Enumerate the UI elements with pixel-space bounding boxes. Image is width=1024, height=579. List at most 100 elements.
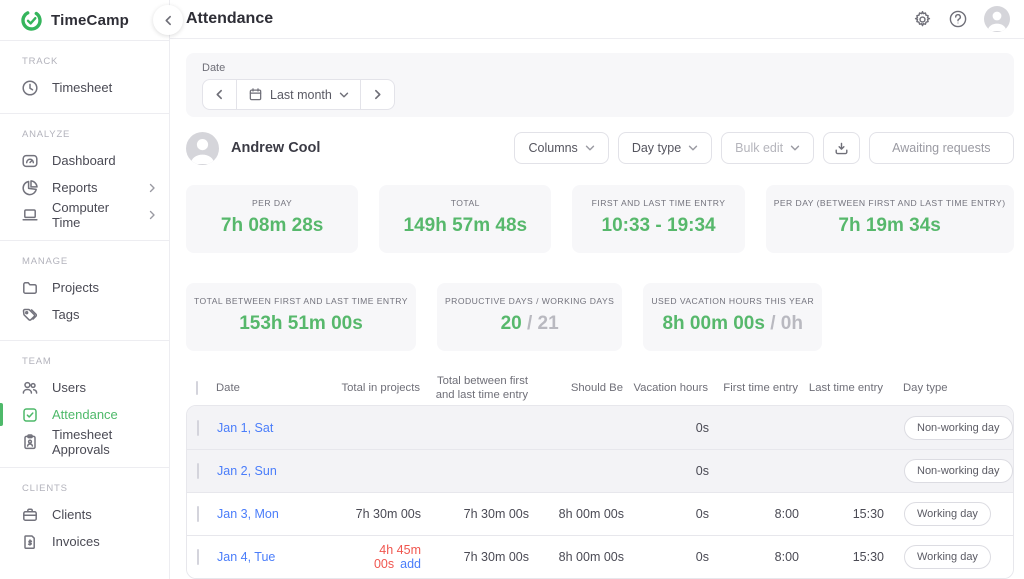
day-type-button[interactable]: Day type — [618, 132, 712, 164]
bulk-edit-button-label: Bulk edit — [735, 141, 783, 155]
day-type-badge[interactable]: Non-working day — [904, 416, 1013, 440]
tags-icon — [21, 306, 39, 324]
table-row: Jan 1, Sat 0s Non-working day — [187, 406, 1013, 449]
day-type-badge[interactable]: Working day — [904, 545, 991, 569]
col-header-should-be: Should Be — [534, 381, 629, 395]
app-window: TimeCamp TRACK Timesheet ANALYZE Dashboa… — [0, 0, 1024, 579]
date-link[interactable]: Jan 1, Sat — [217, 421, 273, 435]
columns-button[interactable]: Columns — [514, 132, 608, 164]
awaiting-requests-label: Awaiting requests — [892, 141, 990, 155]
awaiting-requests-button[interactable]: Awaiting requests — [869, 132, 1013, 164]
divider — [0, 113, 169, 114]
row-checkbox[interactable] — [197, 506, 199, 522]
total-in-projects-cell: 4h 45m 00sadd — [329, 543, 427, 571]
main-area: Attendance — [170, 0, 1024, 579]
row-checkbox[interactable] — [197, 420, 199, 436]
sidebar-item-clients[interactable]: Clients — [0, 501, 169, 528]
users-icon — [21, 379, 39, 397]
date-filter-bar: Date Last month — [186, 53, 1014, 117]
date-link[interactable]: Jan 3, Mon — [217, 507, 279, 521]
col-header-total-in-projects: Total in projects — [328, 381, 426, 395]
select-all-checkbox[interactable] — [196, 381, 198, 395]
sidebar-item-computer-time[interactable]: Computer Time — [0, 201, 169, 228]
table-header: Date Total in projects Total between fir… — [186, 371, 1014, 405]
stat-card-first-last-entry: FIRST AND LAST TIME ENTRY 10:33 - 19:34 — [572, 185, 744, 253]
last-entry-cell: 15:30 — [805, 507, 890, 521]
day-type-badge[interactable]: Working day — [904, 502, 991, 526]
stat-label: TOTAL BETWEEN FIRST AND LAST TIME ENTRY — [194, 296, 408, 306]
date-link[interactable]: Jan 2, Sun — [217, 464, 277, 478]
sidebar-item-label: Projects — [52, 280, 99, 295]
sidebar-item-tags[interactable]: Tags — [0, 301, 169, 328]
sidebar-item-label: Clients — [52, 507, 92, 522]
sidebar-item-label: Reports — [52, 180, 98, 195]
sidebar-item-invoices[interactable]: Invoices — [0, 528, 169, 555]
timecamp-logo-icon — [20, 9, 43, 32]
col-header-last-time-entry: Last time entry — [804, 381, 889, 395]
toolbar: Columns Day type Bulk edit — [514, 132, 1013, 164]
content: Date Last month — [170, 39, 1024, 579]
date-prev-button[interactable] — [203, 80, 236, 109]
stats-row-2: TOTAL BETWEEN FIRST AND LAST TIME ENTRY … — [186, 283, 1014, 351]
clock-icon — [21, 79, 39, 97]
sidebar-item-label: Users — [52, 380, 86, 395]
date-range-control: Last month — [202, 79, 395, 110]
date-range-dropdown[interactable]: Last month — [236, 80, 360, 109]
user-avatar[interactable] — [984, 6, 1010, 32]
first-entry-cell: 8:00 — [715, 550, 805, 564]
stat-card-total-between: TOTAL BETWEEN FIRST AND LAST TIME ENTRY … — [186, 283, 416, 351]
divider — [0, 340, 169, 341]
sidebar-item-timesheet-approvals[interactable]: Timesheet Approvals — [0, 428, 169, 455]
stat-value: 8h 00m 00s / 0h — [651, 313, 814, 335]
sidebar-item-attendance[interactable]: Attendance — [0, 401, 169, 428]
divider — [0, 240, 169, 241]
should-be-cell: 8h 00m 00s — [535, 550, 630, 564]
employee-avatar — [186, 132, 219, 165]
stat-value: 153h 51m 00s — [194, 313, 408, 335]
should-be-cell: 8h 00m 00s — [535, 507, 630, 521]
first-entry-cell: 8:00 — [715, 507, 805, 521]
col-header-date: Date — [216, 381, 328, 395]
settings-gear-icon[interactable] — [913, 10, 932, 29]
row-checkbox[interactable] — [197, 463, 199, 479]
total-between-cell: 7h 30m 00s — [427, 550, 535, 564]
row-checkbox[interactable] — [197, 549, 199, 565]
sidebar-item-users[interactable]: Users — [0, 374, 169, 401]
folder-icon — [21, 279, 39, 297]
calendar-icon — [248, 87, 263, 102]
bulk-edit-button[interactable]: Bulk edit — [721, 132, 814, 164]
section-label-manage: MANAGE — [0, 256, 169, 267]
sidebar-item-label: Tags — [52, 307, 79, 322]
chevron-down-icon — [339, 90, 349, 100]
sidebar-item-reports[interactable]: Reports — [0, 174, 169, 201]
stat-value: 20 / 21 — [445, 313, 614, 335]
invoice-icon — [21, 533, 39, 551]
vacation-hours-cell: 0s — [630, 507, 715, 521]
add-time-link[interactable]: add — [400, 557, 421, 571]
export-button[interactable] — [823, 132, 860, 164]
sidebar-item-projects[interactable]: Projects — [0, 274, 169, 301]
sidebar-item-label: Computer Time — [52, 200, 134, 230]
stat-label: USED VACATION HOURS THIS YEAR — [651, 296, 814, 306]
page-title: Attendance — [186, 10, 273, 28]
date-range-value: Last month — [270, 88, 332, 102]
stat-value: 149h 57m 48s — [387, 215, 543, 237]
section-label-track: TRACK — [0, 56, 169, 67]
date-link[interactable]: Jan 4, Tue — [217, 550, 275, 564]
sidebar-item-label: Invoices — [52, 534, 100, 549]
section-label-team: TEAM — [0, 356, 169, 367]
col-header-total-between: Total between first and last time entry — [426, 374, 534, 402]
stat-card-per-day-between: PER DAY (BETWEEN FIRST AND LAST TIME ENT… — [766, 185, 1014, 253]
sidebar-item-timesheet[interactable]: Timesheet — [0, 74, 169, 101]
logo-text: TimeCamp — [51, 12, 129, 29]
date-next-button[interactable] — [360, 80, 394, 109]
stat-card-total: TOTAL 149h 57m 48s — [379, 185, 551, 253]
table-row: Jan 4, Tue 4h 45m 00sadd 7h 30m 00s 8h 0… — [187, 535, 1013, 578]
stat-label: PRODUCTIVE DAYS / WORKING DAYS — [445, 296, 614, 306]
logo[interactable]: TimeCamp — [0, 0, 169, 41]
clipboard-icon — [21, 433, 39, 451]
sidebar-item-dashboard[interactable]: Dashboard — [0, 147, 169, 174]
sidebar-collapse-button[interactable] — [153, 5, 183, 35]
help-icon[interactable] — [948, 9, 968, 29]
day-type-badge[interactable]: Non-working day — [904, 459, 1013, 483]
